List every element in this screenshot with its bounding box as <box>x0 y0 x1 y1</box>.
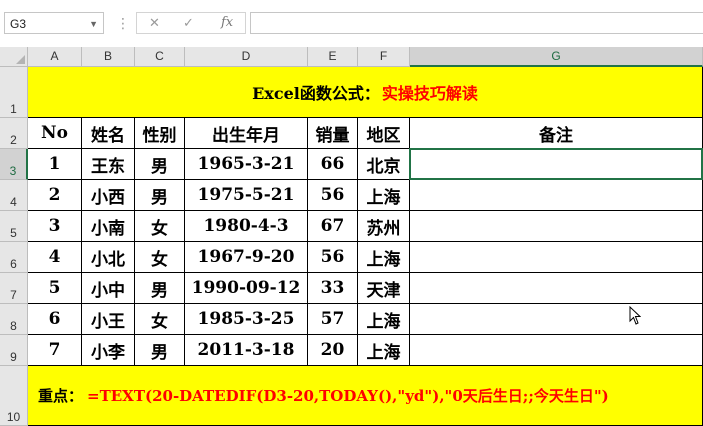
formula-input[interactable] <box>250 12 703 34</box>
row-header-7[interactable]: 7 <box>0 273 28 304</box>
column-header-g[interactable]: G <box>410 47 703 67</box>
table-cell[interactable]: 北京 <box>358 149 410 180</box>
table-cell[interactable]: 天津 <box>358 273 410 304</box>
table-cell[interactable]: 1967-9-20 <box>185 242 308 273</box>
table-cell[interactable]: 2 <box>28 180 82 211</box>
table-cell[interactable] <box>410 211 703 242</box>
table-cell[interactable]: 男 <box>135 149 185 180</box>
table-cell[interactable]: 56 <box>308 242 358 273</box>
table-header-cell[interactable]: 备注 <box>410 118 703 149</box>
table-cell[interactable]: 苏州 <box>358 211 410 242</box>
table-cell[interactable]: 小北 <box>82 242 135 273</box>
title-cell[interactable]: Excel函数公式： 实操技巧解读 <box>28 67 703 118</box>
table-cell[interactable]: 5 <box>28 273 82 304</box>
table-cell[interactable]: 56 <box>308 180 358 211</box>
table-cell[interactable]: 66 <box>308 149 358 180</box>
table-cell[interactable]: 上海 <box>358 242 410 273</box>
table-header-cell[interactable]: 性别 <box>135 118 185 149</box>
table-cell[interactable]: 7 <box>28 335 82 366</box>
table-cell[interactable]: 1980-4-3 <box>185 211 308 242</box>
column-header-c[interactable]: C <box>135 47 185 67</box>
table-cell[interactable]: 小王 <box>82 304 135 335</box>
table-cell[interactable]: 1985-3-25 <box>185 304 308 335</box>
select-all-corner[interactable] <box>0 47 28 67</box>
row-header-6[interactable]: 6 <box>0 242 28 273</box>
table-cell[interactable]: 20 <box>308 335 358 366</box>
title-text: Excel函数公式： <box>252 84 380 103</box>
column-header-d[interactable]: D <box>185 47 308 67</box>
cancel-icon[interactable]: ✕ <box>149 13 160 33</box>
table-cell[interactable] <box>410 335 703 366</box>
title-highlight-text: 实操技巧解读 <box>381 84 478 103</box>
table-header-cell[interactable]: 地区 <box>358 118 410 149</box>
note-label: 重点： <box>38 387 84 405</box>
table-cell[interactable]: 女 <box>135 304 185 335</box>
table-cell[interactable]: 小南 <box>82 211 135 242</box>
table-header-cell[interactable]: 销量 <box>308 118 358 149</box>
table-cell[interactable]: 2011-3-18 <box>185 335 308 366</box>
table-cell[interactable]: 女 <box>135 211 185 242</box>
name-box[interactable]: G3 ▼ <box>4 12 104 34</box>
row-header-3[interactable]: 3 <box>0 149 28 180</box>
table-cell[interactable]: 男 <box>135 335 185 366</box>
formula-buttons: ✕ ✓ fx <box>136 12 246 34</box>
table-cell[interactable]: 67 <box>308 211 358 242</box>
table-header-cell[interactable]: 出生年月 <box>185 118 308 149</box>
table-cell[interactable]: 男 <box>135 273 185 304</box>
table-cell[interactable]: 小李 <box>82 335 135 366</box>
mouse-cursor-icon <box>629 306 641 325</box>
column-header-e[interactable]: E <box>308 47 358 67</box>
table-cell[interactable]: 3 <box>28 211 82 242</box>
row-header-4[interactable]: 4 <box>0 180 28 211</box>
table-cell[interactable]: 6 <box>28 304 82 335</box>
table-cell[interactable]: 4 <box>28 242 82 273</box>
table-cell[interactable]: 1965-3-21 <box>185 149 308 180</box>
table-cell[interactable]: 男 <box>135 180 185 211</box>
table-cell[interactable] <box>410 149 703 180</box>
row-header-8[interactable]: 8 <box>0 304 28 335</box>
table-cell[interactable]: 上海 <box>358 304 410 335</box>
table-cell[interactable]: 上海 <box>358 180 410 211</box>
table-header-cell[interactable]: 姓名 <box>82 118 135 149</box>
row-header-1[interactable]: 1 <box>0 67 28 118</box>
row-header-5[interactable]: 5 <box>0 211 28 242</box>
table-cell[interactable]: 1990-09-12 <box>185 273 308 304</box>
table-cell[interactable]: 上海 <box>358 335 410 366</box>
table-header-cell[interactable]: No <box>28 118 82 149</box>
table-cell[interactable] <box>410 242 703 273</box>
table-cell[interactable]: 女 <box>135 242 185 273</box>
column-header-a[interactable]: A <box>28 47 82 67</box>
column-header-b[interactable]: B <box>82 47 135 67</box>
table-cell[interactable]: 1 <box>28 149 82 180</box>
more-options-icon[interactable]: ⋮ <box>116 12 130 34</box>
name-box-value: G3 <box>10 17 27 31</box>
table-cell[interactable]: 1975-5-21 <box>185 180 308 211</box>
table-cell[interactable]: 33 <box>308 273 358 304</box>
note-cell[interactable]: 重点： =TEXT(20-DATEDIF(D3-20,TODAY(),"yd"),… <box>28 366 703 426</box>
row-header-2[interactable]: 2 <box>0 118 28 149</box>
note-formula: =TEXT(20-DATEDIF(D3-20,TODAY(),"yd"),"0天… <box>87 387 609 405</box>
table-cell[interactable] <box>410 273 703 304</box>
table-cell[interactable] <box>410 180 703 211</box>
table-cell[interactable] <box>410 304 703 335</box>
enter-icon[interactable]: ✓ <box>183 13 194 33</box>
row-header-9[interactable]: 9 <box>0 335 28 366</box>
table-cell[interactable]: 小中 <box>82 273 135 304</box>
row-header-10[interactable]: 10 <box>0 366 28 426</box>
insert-function-icon[interactable]: fx <box>221 13 233 33</box>
chevron-down-icon[interactable]: ▼ <box>89 13 98 35</box>
formula-bar: G3 ▼ ⋮ ✕ ✓ fx <box>0 0 703 46</box>
column-header-f[interactable]: F <box>358 47 410 67</box>
table-cell[interactable]: 王东 <box>82 149 135 180</box>
table-cell[interactable]: 57 <box>308 304 358 335</box>
table-cell[interactable]: 小西 <box>82 180 135 211</box>
